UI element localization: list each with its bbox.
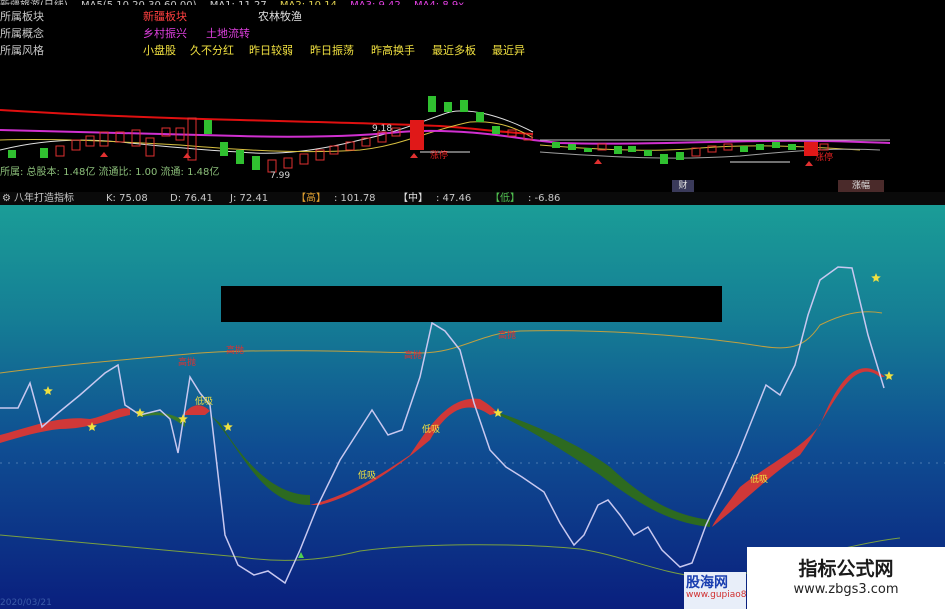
concept-tag-2[interactable]: 土地流转: [206, 25, 250, 42]
candle: [660, 154, 668, 164]
zhong-value: : 47.46: [436, 193, 472, 204]
candle: [187, 117, 197, 161]
candle: [236, 150, 244, 164]
candle: [71, 139, 81, 151]
candle: [329, 145, 339, 155]
label-gao-3: 高抛: [404, 349, 422, 361]
style-tag[interactable]: 昨高换手: [371, 42, 415, 59]
style-tag[interactable]: 最近异: [492, 42, 525, 59]
star-icon: [884, 371, 894, 380]
logo-url: www.gupiao8: [686, 590, 747, 600]
label-gao-1: 高抛: [178, 356, 196, 368]
candle: [145, 137, 155, 157]
candle: [428, 96, 436, 112]
green-band-2: [210, 415, 310, 505]
date-label: 2020/03/21: [0, 598, 52, 608]
badge-zhang-label: 涨幅: [851, 181, 870, 191]
badge-zhang[interactable]: 涨幅: [838, 180, 884, 192]
label-gao-2: 高抛: [226, 344, 244, 356]
label-di-3: 低吸: [422, 423, 440, 435]
candle: [552, 142, 560, 148]
red-band-3: [310, 398, 498, 505]
info-label: 所属风格: [0, 44, 44, 57]
indicator-header: ⚙ 八年打造指标 K: 75.08 D: 76.41 J: 72.41 【高】 …: [0, 192, 945, 205]
green-band-3: [495, 413, 710, 527]
green-band-1: [140, 412, 185, 427]
label-di-4: 低吸: [750, 473, 768, 485]
info-label: 所属板块: [0, 10, 44, 23]
price-high-label: 9.18: [372, 124, 392, 134]
candle: [756, 144, 764, 150]
watermark-url: www.zbgs3.com: [793, 582, 899, 597]
k-value: K: 75.08: [106, 193, 148, 204]
candle: [410, 120, 424, 150]
redaction-bar: [221, 286, 722, 322]
star-icon: [43, 386, 53, 395]
red-band-1: [0, 408, 130, 443]
gao-label: 【高】: [296, 193, 326, 204]
candle: [8, 150, 16, 158]
logo-text: 股海网: [686, 575, 728, 591]
zhong-label: 【中】: [398, 193, 428, 204]
candle: [444, 102, 452, 112]
candle: [788, 144, 796, 150]
kline-panel[interactable]: 新疆旅游(日线) MA5(5,10,20,30,60,00) MA1: 11.2…: [0, 0, 945, 192]
candle: [55, 145, 65, 157]
gear-icon[interactable]: ⚙: [2, 192, 11, 205]
sector-tag-1[interactable]: 新疆板块: [143, 8, 187, 25]
gao-value: : 101.78: [334, 193, 376, 204]
badge-cai-label: 财: [678, 181, 688, 191]
watermark-box: 指标公式网 www.zbgs3.com: [747, 547, 945, 609]
stock-info-panel: 所属板块 新疆板块 农林牧渔 所属概念 乡村振兴 土地流转 所属风格 小盘股 久…: [0, 5, 533, 65]
limit-up-tag-2: 涨停: [815, 151, 833, 163]
red-band-4: [712, 368, 885, 527]
candle: [476, 112, 484, 122]
candle: [460, 100, 468, 112]
di-value: : -6.86: [528, 193, 561, 204]
guhai-logo: 股海网 www.gupiao8: [684, 572, 747, 609]
concept-tag-1[interactable]: 乡村振兴: [143, 25, 187, 42]
indicator-name[interactable]: 八年打造指标: [14, 192, 74, 205]
candle: [584, 148, 592, 152]
candle: [614, 146, 622, 154]
info-label: 所属概念: [0, 27, 44, 40]
star-icon: [223, 422, 233, 431]
style-tag[interactable]: 久不分红: [190, 42, 234, 59]
j-value: J: 72.41: [230, 193, 269, 204]
badge-cai[interactable]: 财: [672, 180, 694, 192]
label-di-1: 低吸: [195, 395, 213, 407]
style-tag[interactable]: 最近多板: [432, 42, 476, 59]
capital-info: 所属: 总股本: 1.48亿 流通比: 1.00 流通: 1.48亿: [0, 167, 220, 178]
candle: [772, 142, 780, 148]
style-tag[interactable]: 小盘股: [143, 42, 176, 59]
candle: [676, 152, 684, 160]
candle: [492, 126, 500, 134]
sector-tag-2[interactable]: 农林牧渔: [258, 8, 302, 25]
candle: [299, 153, 309, 165]
candle: [740, 146, 748, 152]
limit-up-tag-1: 涨停: [430, 149, 448, 161]
candle: [220, 142, 228, 156]
style-tag[interactable]: 昨日较弱: [249, 42, 293, 59]
label-di-2: 低吸: [358, 469, 376, 481]
candle: [568, 144, 576, 150]
candle: [644, 150, 652, 156]
candle: [204, 120, 212, 134]
candle: [628, 146, 636, 152]
candle: [40, 148, 48, 158]
label-gao-4: 高抛: [498, 329, 516, 341]
watermark-title: 指标公式网: [798, 558, 894, 580]
di-label: 【低】: [490, 193, 520, 204]
style-tag[interactable]: 昨日振荡: [310, 42, 354, 59]
star-icon: [871, 273, 881, 282]
candle: [99, 131, 109, 147]
d-value: D: 76.41: [170, 193, 213, 204]
